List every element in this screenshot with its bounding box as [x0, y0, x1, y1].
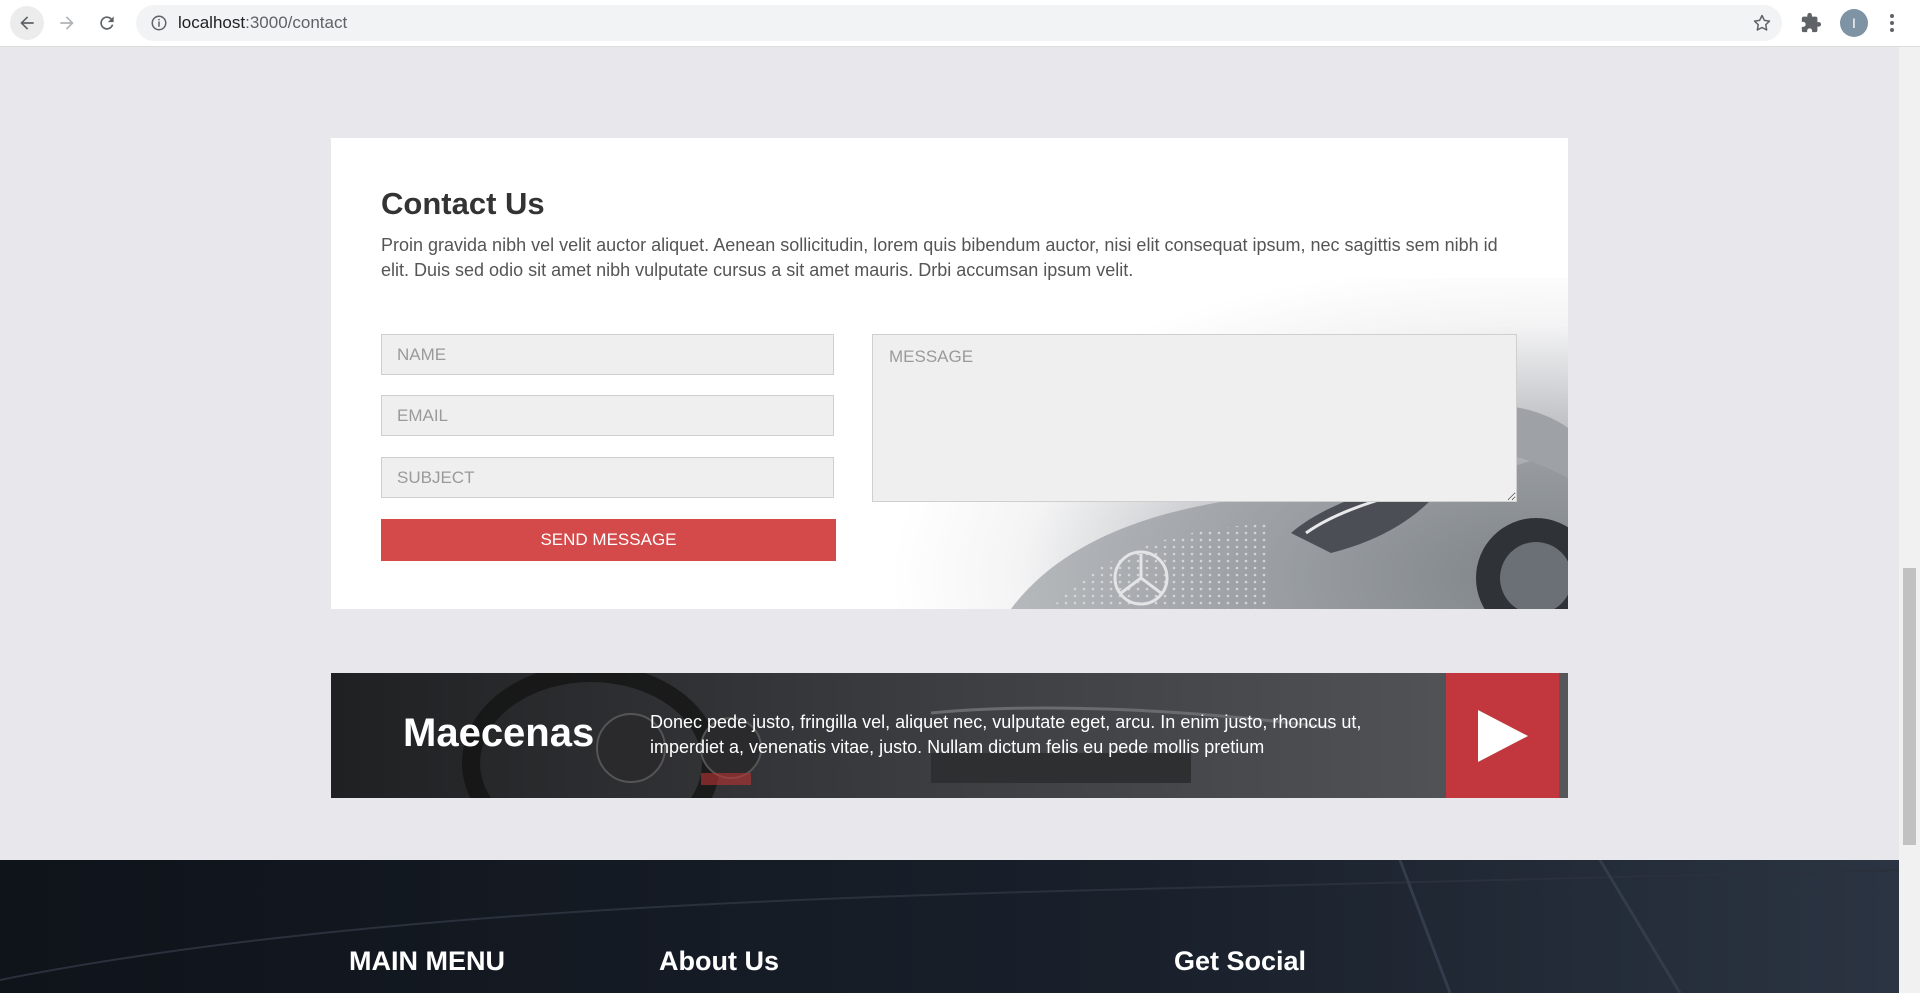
url-path: :3000/contact: [245, 13, 348, 32]
address-bar[interactable]: localhost:3000/contact: [136, 5, 1782, 41]
name-input[interactable]: [381, 334, 834, 375]
contact-description: Proin gravida nibh vel velit auctor aliq…: [381, 235, 1498, 280]
play-button[interactable]: [1446, 673, 1559, 798]
arrow-left-icon: [20, 16, 34, 30]
footer-social-heading: Get Social: [1174, 946, 1307, 976]
reload-icon: [100, 16, 114, 30]
subject-input[interactable]: [381, 457, 834, 498]
footer-main-menu-heading: MAIN MENU: [349, 946, 505, 976]
message-textarea[interactable]: [872, 334, 1517, 502]
banner-title: Maecenas: [403, 711, 595, 755]
reload-button[interactable]: [90, 6, 124, 40]
url-text[interactable]: localhost:3000/contact: [178, 13, 347, 33]
site-footer: MAIN MENU About Us Get Social: [0, 860, 1899, 993]
email-input[interactable]: [381, 395, 834, 436]
star-icon[interactable]: [1752, 13, 1772, 33]
url-host: localhost: [178, 13, 246, 32]
extensions-icon[interactable]: [1800, 12, 1822, 34]
profile-initial: I: [1852, 15, 1856, 31]
banner-text: Donec pede justo, fringilla vel, aliquet…: [650, 712, 1362, 757]
promo-banner: Maecenas Donec pede justo, fringilla vel…: [331, 673, 1568, 798]
footer-background-image: [0, 860, 1899, 993]
forward-button[interactable]: [50, 6, 84, 40]
arrow-right-icon: [60, 16, 74, 30]
footer-about-heading: About Us: [659, 946, 779, 976]
info-icon[interactable]: [150, 14, 168, 32]
more-menu-icon[interactable]: [1884, 10, 1900, 36]
profile-avatar[interactable]: I: [1840, 9, 1868, 37]
scrollbar-thumb[interactable]: [1903, 568, 1916, 845]
page-scrollbar[interactable]: [1899, 47, 1920, 993]
browser-toolbar: localhost:3000/contact I: [0, 0, 1920, 47]
send-message-button[interactable]: SEND MESSAGE: [381, 519, 836, 561]
play-icon: [1477, 709, 1528, 762]
contact-section: Contact Us Proin gravida nibh vel velit …: [331, 138, 1568, 609]
contact-title: Contact Us: [381, 186, 545, 221]
back-button[interactable]: [10, 6, 44, 40]
